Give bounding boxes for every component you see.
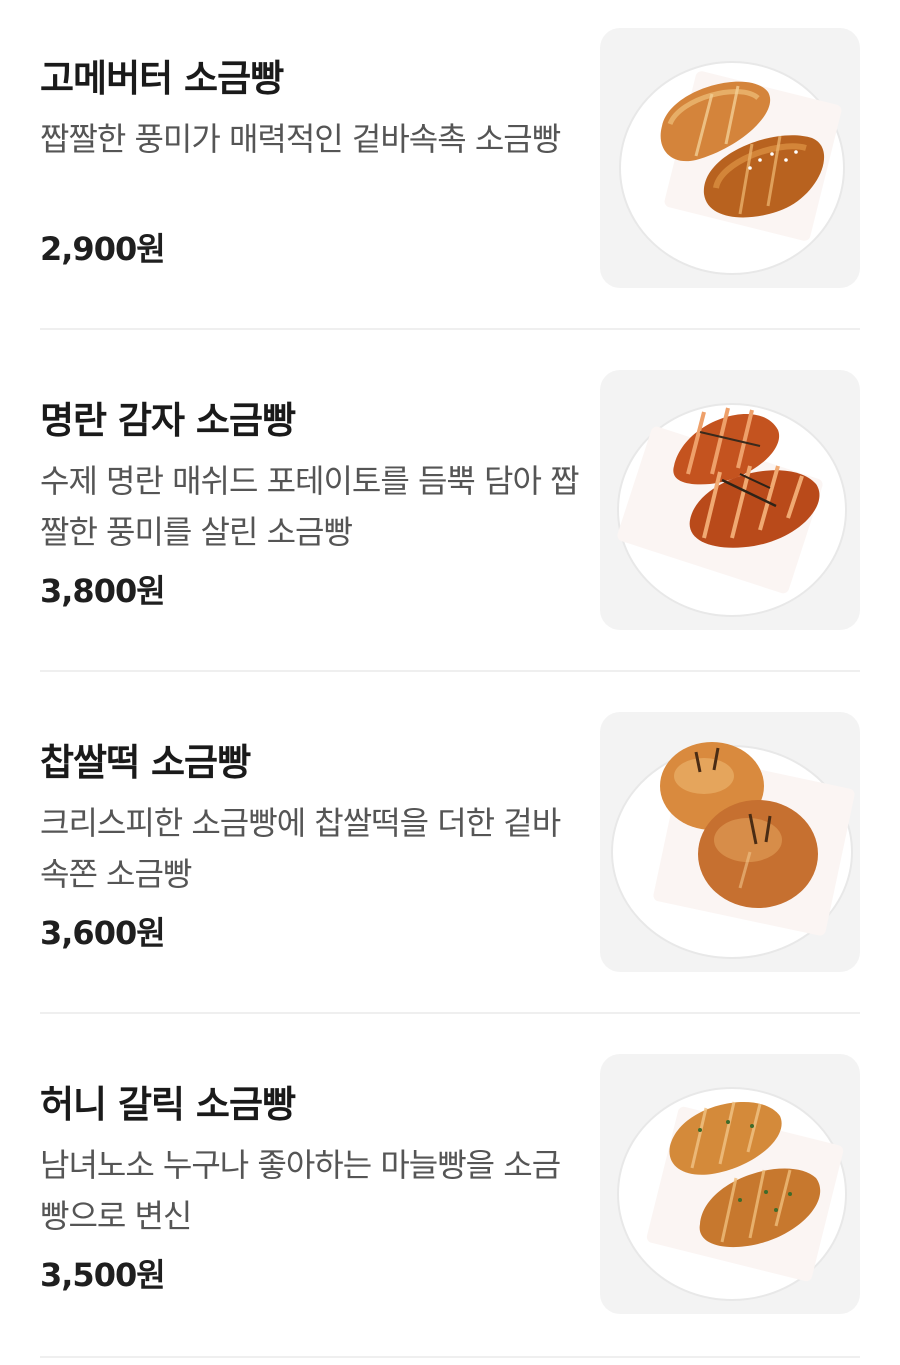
menu-item-rice-cake[interactable]: 찹쌀떡 소금빵 크리스피한 소금빵에 찹쌀떡을 더한 겉바속쫀 소금빵 3,60… xyxy=(40,712,860,974)
divider xyxy=(40,1012,860,1014)
menu-item-mentaiko-potato[interactable]: 명란 감자 소금빵 수제 명란 매쉬드 포테이토를 듬뿍 담아 짭짤한 풍미를 … xyxy=(40,370,860,632)
mentaiko-potato-salt-bread-photo-icon xyxy=(617,403,847,617)
divider xyxy=(40,328,860,330)
menu-item-name: 명란 감자 소금빵 xyxy=(40,399,296,442)
menu-item-name: 허니 갈릭 소금빵 xyxy=(40,1083,296,1126)
menu-item-price: 3,500원 xyxy=(40,1256,166,1294)
menu-item-description: 수제 명란 매쉬드 포테이토를 듬뿍 담아 짭짤한 풍미를 살린 소금빵 xyxy=(40,462,580,551)
menu-item-description: 남녀노소 누구나 좋아하는 마늘빵을 소금빵으로 변신 xyxy=(40,1146,561,1235)
divider xyxy=(40,1356,860,1358)
menu-item-description: 짭짤한 풍미가 매력적인 겉바속촉 소금빵 xyxy=(40,120,561,158)
menu-item-price: 3,600원 xyxy=(40,914,166,952)
rice-cake-salt-bread-photo-icon xyxy=(611,742,855,959)
butter-salt-bread-photo-icon xyxy=(619,61,845,275)
menu-item-thumbnail[interactable] xyxy=(600,1054,860,1314)
menu-item-price: 2,900원 xyxy=(40,230,166,268)
menu-item-thumbnail[interactable] xyxy=(600,370,860,630)
menu-item-price: 3,800원 xyxy=(40,572,166,610)
menu-item-name: 고메버터 소금빵 xyxy=(40,57,284,100)
divider xyxy=(40,670,860,672)
menu-item-description: 크리스피한 소금빵에 찹쌀떡을 더한 겉바속쫀 소금빵 xyxy=(40,804,561,893)
menu-item-name: 찹쌀떡 소금빵 xyxy=(40,741,251,784)
honey-garlic-salt-bread-photo-icon xyxy=(617,1087,847,1301)
menu-item-thumbnail[interactable] xyxy=(600,712,860,972)
menu-item-gourmet-butter[interactable]: 고메버터 소금빵 짭짤한 풍미가 매력적인 겉바속촉 소금빵 2,900원 xyxy=(40,28,860,290)
menu-item-thumbnail[interactable] xyxy=(600,28,860,288)
menu-item-honey-garlic[interactable]: 허니 갈릭 소금빵 남녀노소 누구나 좋아하는 마늘빵을 소금빵으로 변신 3,… xyxy=(40,1054,860,1316)
